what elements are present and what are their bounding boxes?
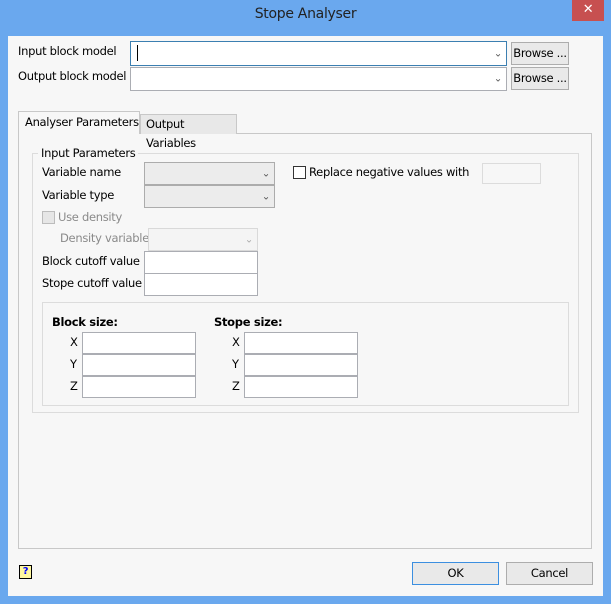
replace-negative-label: Replace negative values with: [309, 165, 470, 179]
variable-name-label: Variable name: [42, 165, 121, 179]
output-browse-button[interactable]: Browse ...: [511, 67, 569, 90]
block-z-input[interactable]: [82, 376, 196, 398]
text-cursor: [137, 45, 138, 61]
replace-negative-checkbox[interactable]: [293, 166, 306, 179]
input-block-model-label: Input block model: [18, 44, 117, 58]
block-x-input[interactable]: [82, 332, 196, 354]
help-icon[interactable]: ?: [19, 565, 32, 579]
chevron-down-icon: ⌄: [493, 48, 502, 59]
cancel-button[interactable]: Cancel: [506, 562, 593, 585]
block-cutoff-input[interactable]: [144, 251, 258, 274]
chevron-down-icon: ⌄: [261, 168, 270, 179]
input-block-model-combo[interactable]: ⌄: [130, 41, 507, 66]
window-title: Stope Analyser: [254, 6, 357, 22]
output-block-model-label: Output block model: [18, 69, 127, 83]
variable-type-combo[interactable]: ⌄: [144, 185, 275, 208]
block-size-title: Block size:: [52, 315, 118, 329]
stope-size-title: Stope size:: [214, 315, 283, 329]
use-density-checkbox[interactable]: [42, 211, 55, 224]
tab-output-variables[interactable]: Output Variables: [140, 114, 237, 150]
stope-z-input[interactable]: [244, 376, 358, 398]
stope-y-label: Y: [232, 357, 239, 371]
stope-x-label: X: [232, 335, 240, 349]
stope-y-input[interactable]: [244, 354, 358, 376]
stope-cutoff-input[interactable]: [144, 273, 258, 296]
stope-x-input[interactable]: [244, 332, 358, 354]
variable-type-label: Variable type: [42, 188, 115, 202]
stope-cutoff-label: Stope cutoff value: [42, 276, 142, 290]
use-density-label: Use density: [58, 210, 123, 224]
ok-button[interactable]: OK: [412, 562, 499, 585]
input-browse-button[interactable]: Browse ...: [511, 42, 569, 65]
density-variable-combo[interactable]: ⌄: [148, 228, 258, 251]
block-x-label: X: [70, 335, 78, 349]
density-variable-label: Density variable: [60, 231, 149, 245]
tab-analyser-parameters[interactable]: Analyser Parameters: [18, 111, 140, 134]
block-cutoff-label: Block cutoff value: [42, 254, 140, 268]
block-y-input[interactable]: [82, 354, 196, 376]
chevron-down-icon: ⌄: [244, 234, 253, 245]
block-z-label: Z: [70, 379, 78, 393]
stope-z-label: Z: [232, 379, 240, 393]
input-parameters-title: Input Parameters: [38, 146, 139, 160]
close-button[interactable]: ✕: [572, 0, 604, 21]
output-block-model-combo[interactable]: ⌄: [130, 67, 507, 91]
replace-negative-input[interactable]: [482, 163, 541, 184]
block-y-label: Y: [70, 357, 77, 371]
variable-name-combo[interactable]: ⌄: [144, 162, 275, 185]
chevron-down-icon: ⌄: [493, 73, 502, 85]
chevron-down-icon: ⌄: [261, 191, 270, 202]
